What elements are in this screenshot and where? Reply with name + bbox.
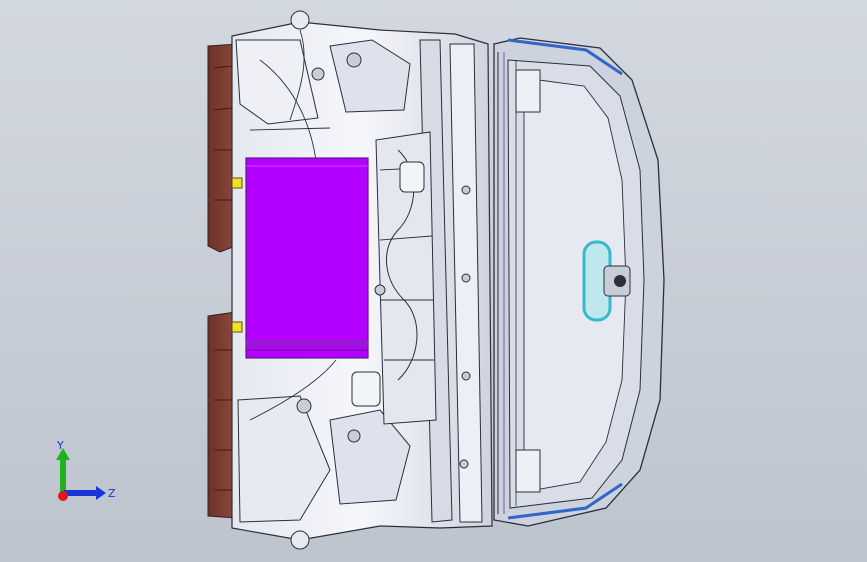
windshield-frame[interactable]: [493, 37, 665, 527]
cad-model-view[interactable]: [0, 0, 867, 562]
z-axis-label: Z: [108, 487, 116, 500]
z-axis-arrow: [64, 490, 98, 496]
y-axis-arrow: [60, 458, 66, 494]
y-axis-label: Y: [56, 439, 64, 452]
coordinate-triad: Y Z: [56, 439, 116, 501]
battery[interactable]: [245, 157, 369, 359]
z-axis-arrowhead: [96, 486, 106, 500]
x-axis-origin: [58, 491, 68, 501]
graphics-viewport[interactable]: Y Z: [0, 0, 867, 562]
